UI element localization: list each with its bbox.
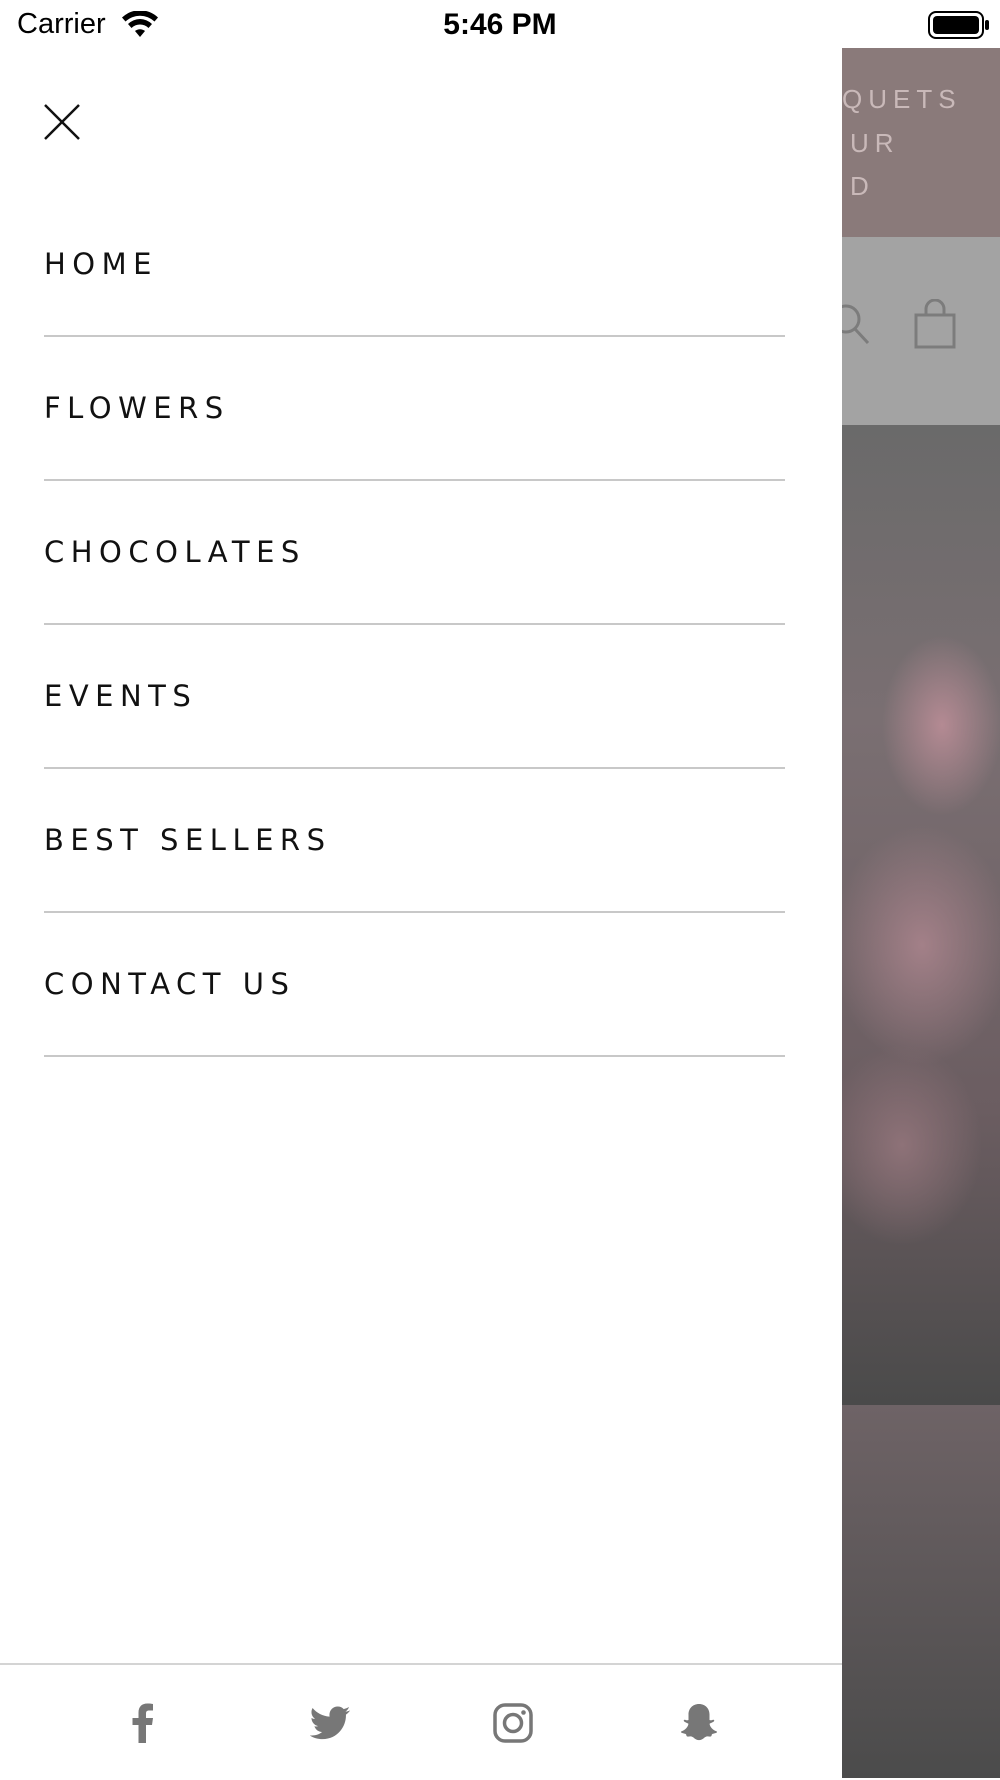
promo-banner-line: QUETS [842,84,962,114]
menu-item-label: FLOWERS [44,391,230,425]
hero-image [842,425,1000,1405]
instagram-icon[interactable] [491,1701,535,1745]
background-page[interactable]: QUETS UR D [842,48,1000,1778]
menu-item-events[interactable]: EVENTS [44,625,785,769]
snapchat-icon[interactable] [677,1701,721,1745]
side-drawer: HOME FLOWERS CHOCOLATES EVENTS BEST SELL… [0,48,842,1778]
close-icon[interactable] [42,102,82,142]
menu-item-contact-us[interactable]: CONTACT US [44,913,785,1057]
clock: 5:46 PM [443,8,557,41]
menu-item-label: CHOCOLATES [44,535,306,569]
social-bar [0,1663,842,1780]
background-header [842,237,1000,425]
menu-item-home[interactable]: HOME [44,193,785,337]
shopping-bag-icon[interactable] [914,298,956,354]
twitter-icon[interactable] [308,1701,352,1745]
search-icon[interactable] [842,303,872,352]
battery-icon [928,11,990,44]
status-bar: Carrier 5:46 PM [0,0,1000,48]
menu-item-label: BEST SELLERS [44,823,332,857]
promo-banner-line: UR [850,128,900,158]
facebook-icon[interactable] [121,1701,165,1745]
promo-banner-line: D [850,171,875,201]
menu-item-label: CONTACT US [44,967,296,1001]
menu-item-label: HOME [44,247,158,281]
menu-item-flowers[interactable]: FLOWERS [44,337,785,481]
menu-item-best-sellers[interactable]: BEST SELLERS [44,769,785,913]
menu-item-chocolates[interactable]: CHOCOLATES [44,481,785,625]
menu-item-label: EVENTS [44,679,198,713]
hero-image-lower [842,1405,1000,1778]
promo-banner: QUETS UR D [842,48,1000,237]
nav-menu: HOME FLOWERS CHOCOLATES EVENTS BEST SELL… [44,193,785,1057]
